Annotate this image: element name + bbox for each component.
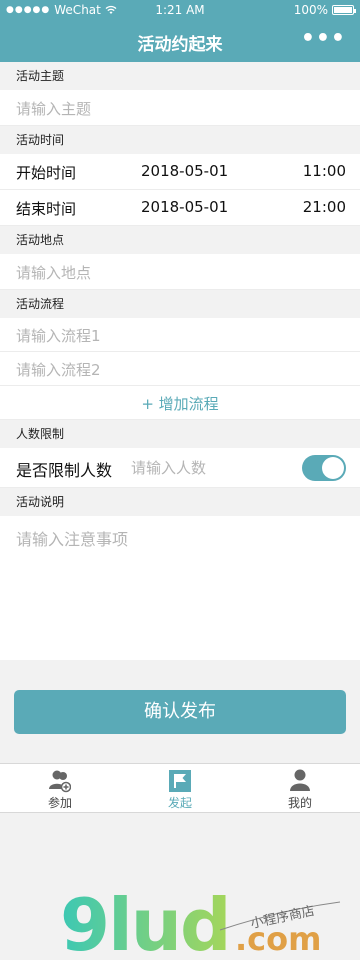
end-date-picker[interactable]: 2018-05-01 — [141, 198, 228, 216]
location-input-placeholder: 请输入地点 — [16, 264, 92, 282]
tab-join[interactable]: 参加 — [0, 764, 120, 814]
tab-mine-label: 我的 — [287, 796, 312, 810]
end-time-label: 结束时间 — [16, 200, 77, 218]
flag-icon — [169, 770, 191, 792]
section-header-limit: 人数限制 — [0, 420, 360, 448]
flow-input-1[interactable]: 请输入流程1 — [0, 318, 360, 352]
section-header-time: 活动时间 — [0, 126, 360, 154]
end-time-picker[interactable]: 21:00 — [303, 198, 346, 216]
section-header-location: 活动地点 — [0, 226, 360, 254]
nav-bar: 活动约起来 ••• — [0, 20, 360, 62]
submit-button[interactable]: 确认发布 — [14, 690, 346, 734]
more-menu-button[interactable]: ••• — [301, 26, 346, 51]
person-icon — [290, 769, 310, 791]
end-time-row[interactable]: 结束时间 2018-05-01 21:00 — [0, 190, 360, 226]
tab-create-label: 发起 — [167, 796, 192, 810]
battery-percent: 100% — [293, 3, 328, 17]
add-flow-row: + 增加流程 — [0, 386, 360, 420]
section-header-flow: 活动流程 — [0, 290, 360, 318]
tab-mine[interactable]: 我的 — [240, 764, 360, 814]
battery-icon — [332, 5, 356, 15]
people-count-input[interactable]: 请输入人数 — [131, 457, 206, 478]
tab-create[interactable]: 发起 — [120, 764, 240, 814]
tab-bar: 参加 发起 我的 — [0, 763, 360, 813]
limit-label: 是否限制人数 — [16, 461, 113, 480]
section-header-topic: 活动主题 — [0, 62, 360, 90]
start-date-picker[interactable]: 2018-05-01 — [141, 162, 228, 180]
start-time-picker[interactable]: 11:00 — [303, 162, 346, 180]
svg-text:9lud: 9lud — [60, 888, 230, 958]
topic-input-placeholder: 请输入主题 — [16, 100, 92, 118]
flow-input-1-placeholder: 请输入流程1 — [16, 327, 101, 345]
section-header-description: 活动说明 — [0, 488, 360, 516]
description-placeholder: 请输入注意事项 — [16, 530, 129, 549]
start-time-row[interactable]: 开始时间 2018-05-01 11:00 — [0, 154, 360, 190]
topic-input[interactable]: 请输入主题 — [0, 90, 360, 126]
limit-toggle[interactable] — [302, 455, 346, 481]
flow-input-2[interactable]: 请输入流程2 — [0, 352, 360, 386]
add-flow-button[interactable]: + 增加流程 — [0, 393, 360, 414]
watermark-logo: 9lud .com 小程序商店 — [60, 888, 341, 958]
status-right: 100% — [293, 3, 356, 17]
start-time-label: 开始时间 — [16, 164, 77, 182]
description-textarea[interactable]: 请输入注意事项 — [0, 516, 360, 660]
limit-row: 是否限制人数 请输入人数 — [0, 448, 360, 488]
flow-input-2-placeholder: 请输入流程2 — [16, 361, 101, 379]
toggle-knob — [322, 457, 344, 479]
status-bar: ●●●●● WeChat 1:21 AM 100% — [0, 0, 360, 20]
tab-join-label: 参加 — [47, 796, 72, 810]
user-add-icon — [49, 770, 71, 793]
location-input[interactable]: 请输入地点 — [0, 254, 360, 290]
